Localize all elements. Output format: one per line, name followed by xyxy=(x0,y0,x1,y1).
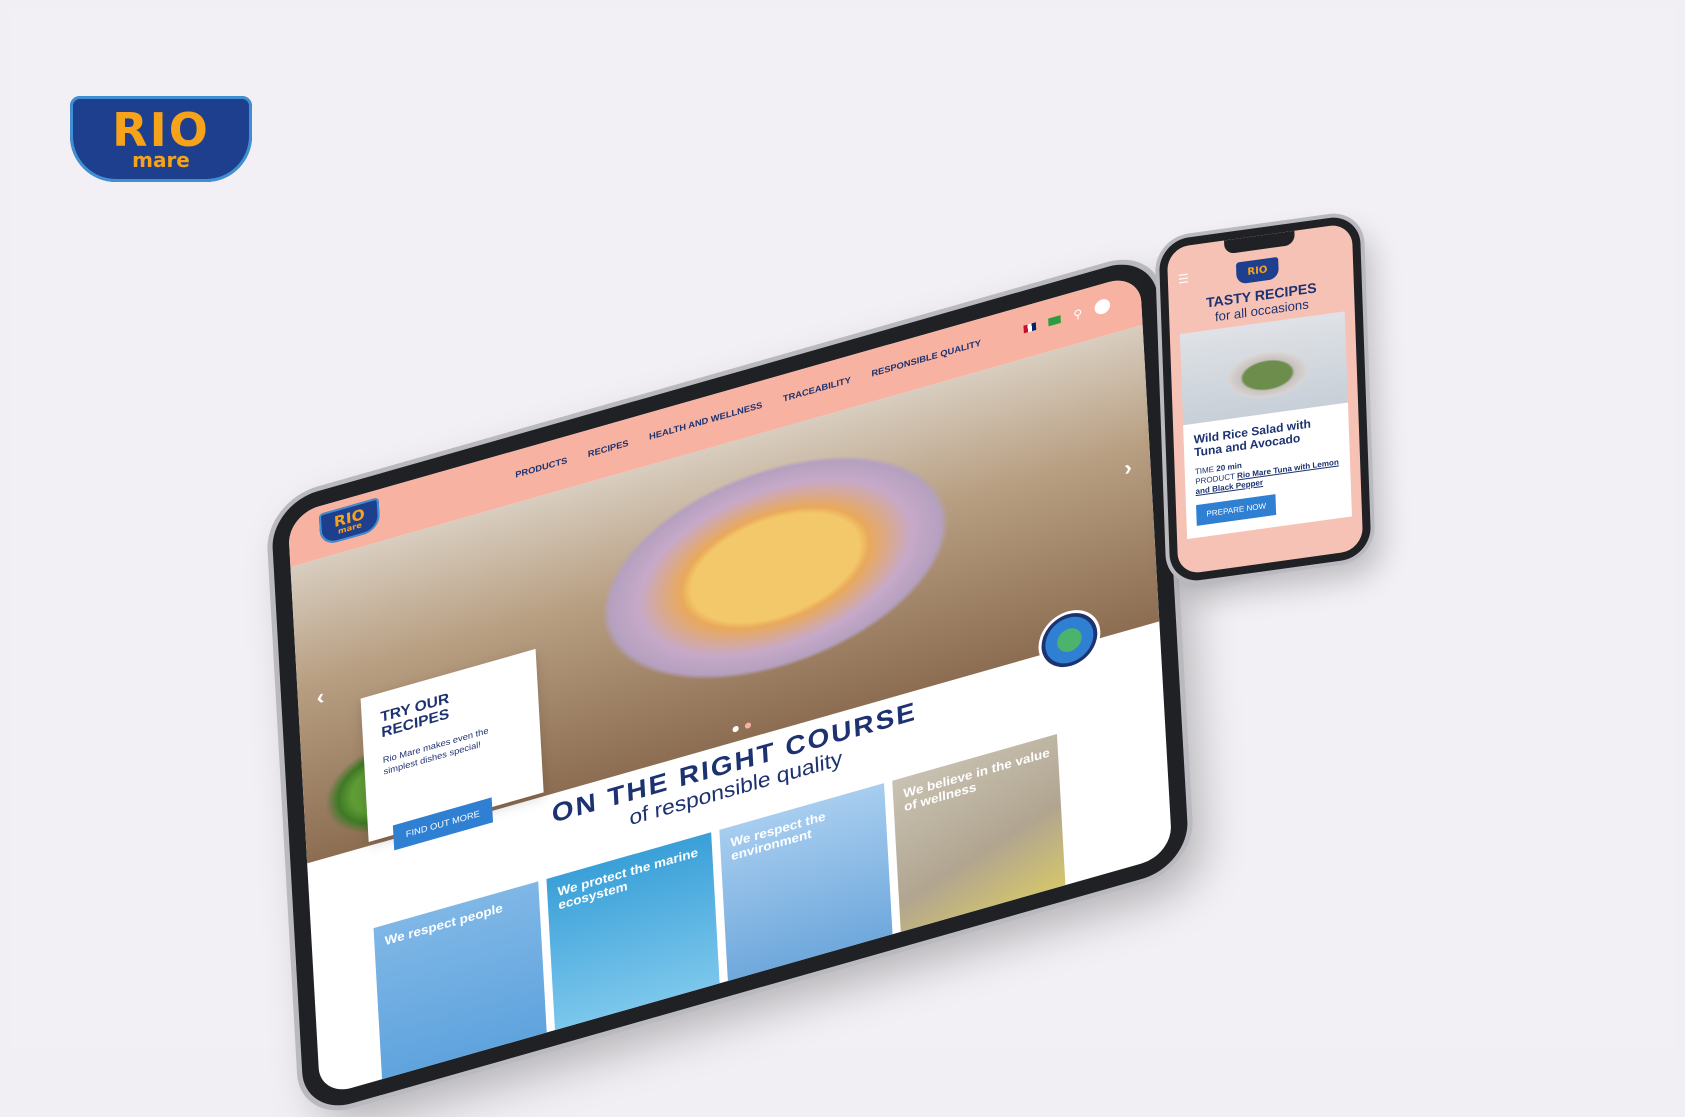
header-utilities: ⚲ xyxy=(1023,297,1111,336)
tile-wellness-label: We believe in the value of wellness xyxy=(903,744,1051,815)
recipe-card: Wild Rice Salad with Tuna and Avocado TI… xyxy=(1183,402,1352,540)
carousel-dot[interactable] xyxy=(732,725,739,733)
rio-mare-logo: RIO mare xyxy=(70,96,252,182)
tile-wellness[interactable]: We believe in the value of wellness xyxy=(892,733,1066,934)
tile-environment-label: We respect the environment xyxy=(730,808,826,864)
logo-wordmark: RIO xyxy=(112,103,210,157)
phone-screen: ☰ RIO TASTY RECIPES for all occasions Wi… xyxy=(1166,222,1364,576)
phone-notch xyxy=(1224,230,1295,255)
tile-marine[interactable]: We protect the marine ecosystem xyxy=(546,832,720,1033)
nav-item-responsible-quality[interactable]: RESPONSIBLE QUALITY xyxy=(871,338,981,379)
prepare-now-button[interactable]: PREPARE NOW xyxy=(1196,494,1277,526)
phone-site-logo[interactable]: RIO xyxy=(1235,256,1279,285)
nav-item-products[interactable]: PRODUCTS xyxy=(515,455,568,479)
carousel-dot-active[interactable] xyxy=(744,721,752,730)
tile-people-label: We respect people xyxy=(384,900,504,949)
nav-item-health-and-wellness[interactable]: HEALTH AND WELLNESS xyxy=(649,400,763,442)
br-flag-icon[interactable] xyxy=(1048,314,1062,326)
phone-device: ☰ RIO TASTY RECIPES for all occasions Wi… xyxy=(1158,213,1372,585)
search-icon[interactable]: ⚲ xyxy=(1073,306,1083,322)
logo-subword: mare xyxy=(132,148,190,172)
nav-item-recipes[interactable]: RECIPES xyxy=(588,438,629,459)
carousel-next-icon[interactable]: › xyxy=(1124,454,1133,481)
tile-people[interactable]: We respect people xyxy=(373,881,547,1082)
tile-marine-label: We protect the marine ecosystem xyxy=(557,844,699,913)
carousel-dots xyxy=(732,721,752,733)
menu-icon[interactable]: ☰ xyxy=(1178,271,1189,286)
site-logo[interactable]: RIO mare xyxy=(318,497,381,547)
nav-item-traceability[interactable]: TRACEABILITY xyxy=(783,375,851,404)
user-icon[interactable] xyxy=(1094,297,1111,317)
tile-environment[interactable]: We respect the environment xyxy=(719,783,893,983)
uk-flag-icon[interactable] xyxy=(1023,321,1037,333)
carousel-prev-icon[interactable]: ‹ xyxy=(316,684,325,711)
